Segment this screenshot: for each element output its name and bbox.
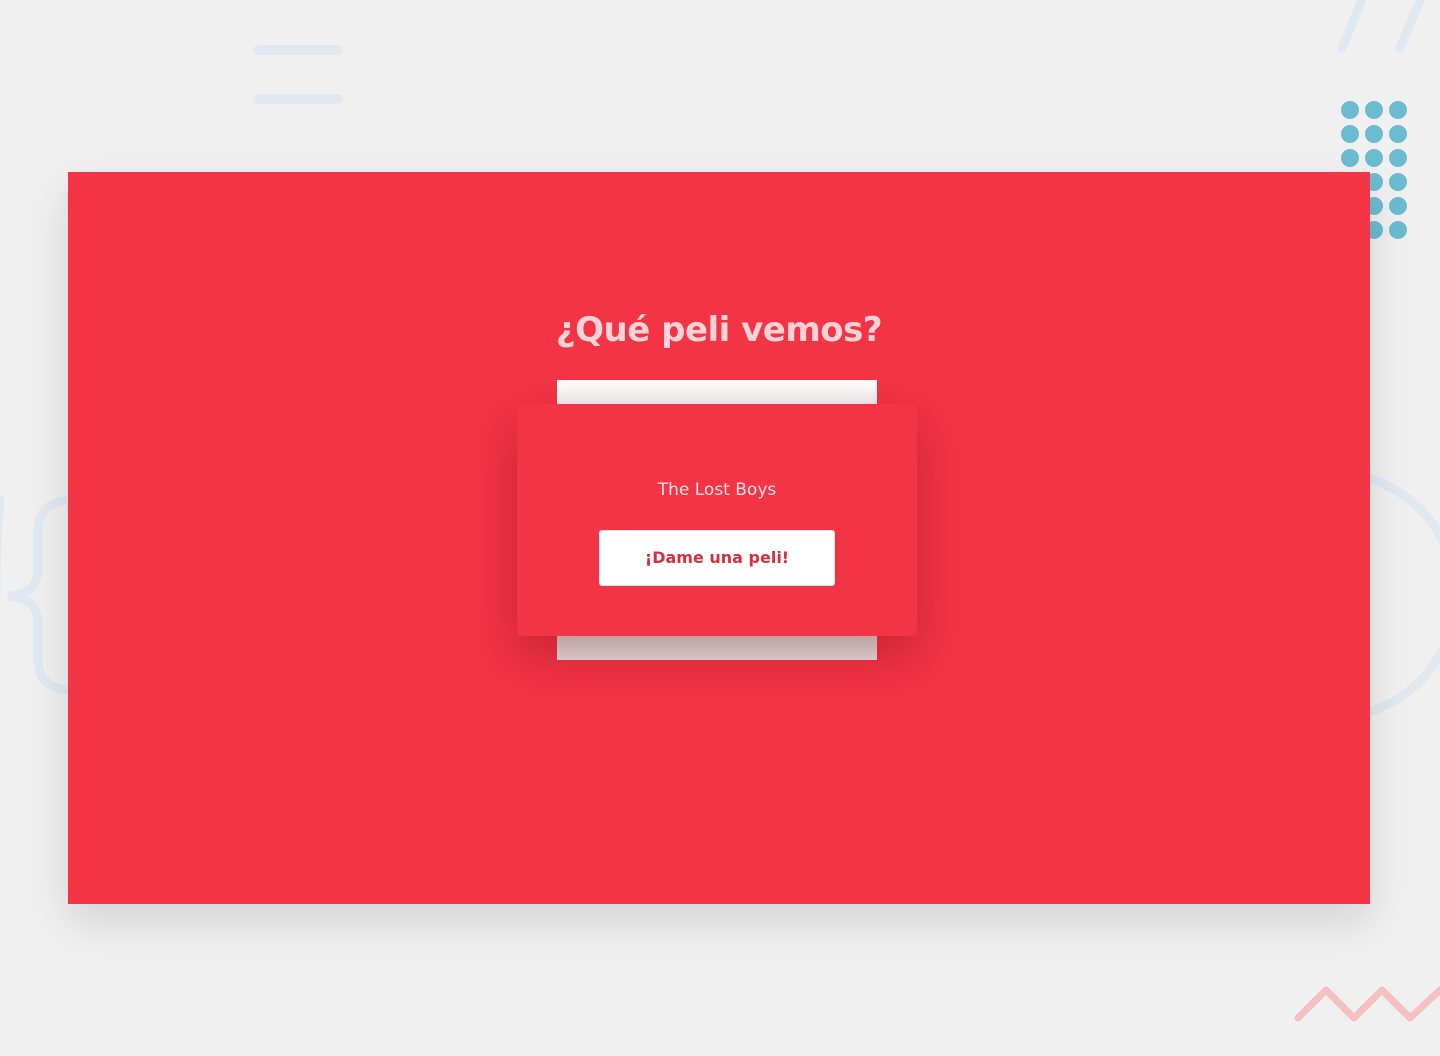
page: ¿Qué peli vemos? The Lost Boys ¡Dame una…: [0, 0, 1440, 1056]
decorative-lines-icon: [253, 45, 343, 104]
movie-title: The Lost Boys: [657, 480, 777, 500]
decorative-slashes-icon: [1337, 0, 1425, 53]
movie-card: The Lost Boys ¡Dame una peli!: [517, 404, 917, 636]
decorative-zigzag-icon: [1294, 986, 1440, 1022]
page-title: ¿Qué peli vemos?: [555, 310, 883, 350]
random-movie-button[interactable]: ¡Dame una peli!: [599, 530, 835, 586]
decorative-braces-icon: [0, 495, 75, 695]
decorative-circle-icon: [1366, 473, 1440, 717]
main-panel: ¿Qué peli vemos? The Lost Boys ¡Dame una…: [68, 172, 1370, 904]
